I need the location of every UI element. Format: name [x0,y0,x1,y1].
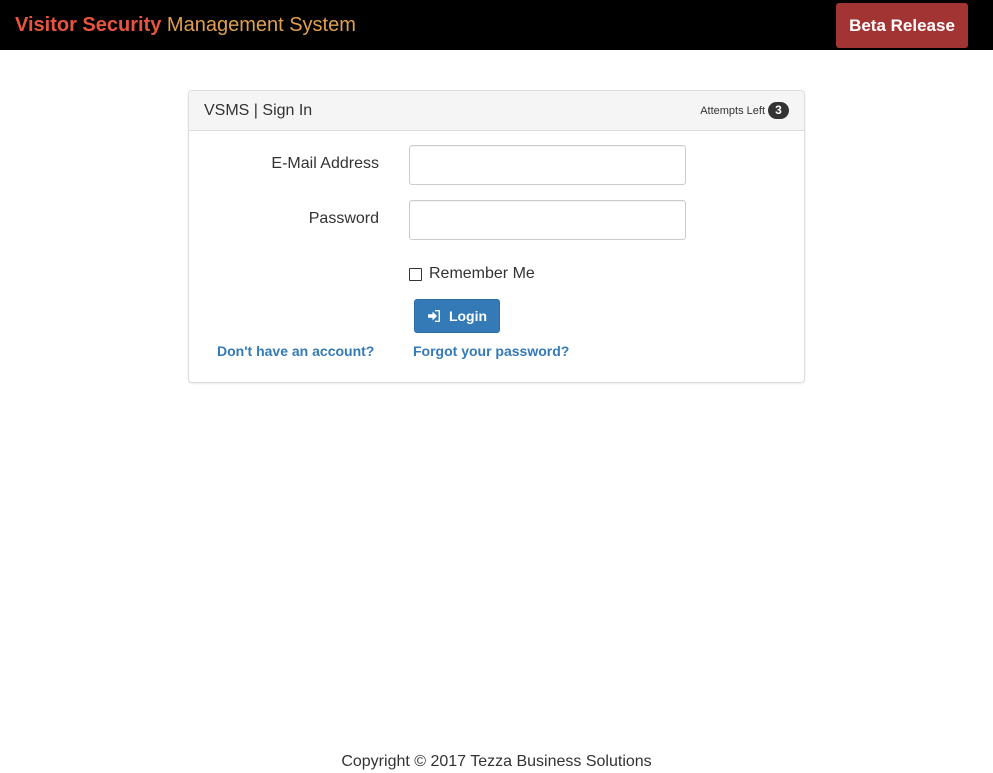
login-button[interactable]: Login [414,299,500,333]
panel-title: VSMS | Sign In [204,102,313,119]
remember-me-checkbox[interactable] [409,267,422,281]
brand-title[interactable]: Visitor Security Management System [15,12,356,38]
password-field[interactable] [409,200,686,240]
login-button-label: Login [448,308,488,324]
attempts-count-badge: 3 [768,102,789,119]
sign-in-panel: VSMS | Sign In Attempts Left 3 E-Mail Ad… [188,90,805,383]
attempts-label: Attempts Left [700,104,765,117]
attempts-left: Attempts Left 3 [700,102,789,119]
brand-name-strong: Visitor Security [15,14,162,36]
remember-me-label: Remember Me [429,265,535,282]
email-field[interactable] [409,145,686,185]
sign-in-icon [427,309,441,323]
remember-me[interactable]: Remember Me [409,264,535,284]
password-label: Password [308,210,379,227]
beta-release-button[interactable]: Beta Release [836,3,968,48]
panel-heading: VSMS | Sign In Attempts Left 3 [189,91,804,131]
email-label: E-Mail Address [271,155,379,172]
register-link[interactable]: Don't have an account? [217,342,374,360]
forgot-password-link[interactable]: Forgot your password? [413,342,569,360]
footer-copyright: Copyright © 2017 Tezza Business Solution… [341,753,652,770]
brand-name-light: Management System [166,14,356,36]
top-navbar: Visitor Security Management System Beta … [0,0,993,50]
